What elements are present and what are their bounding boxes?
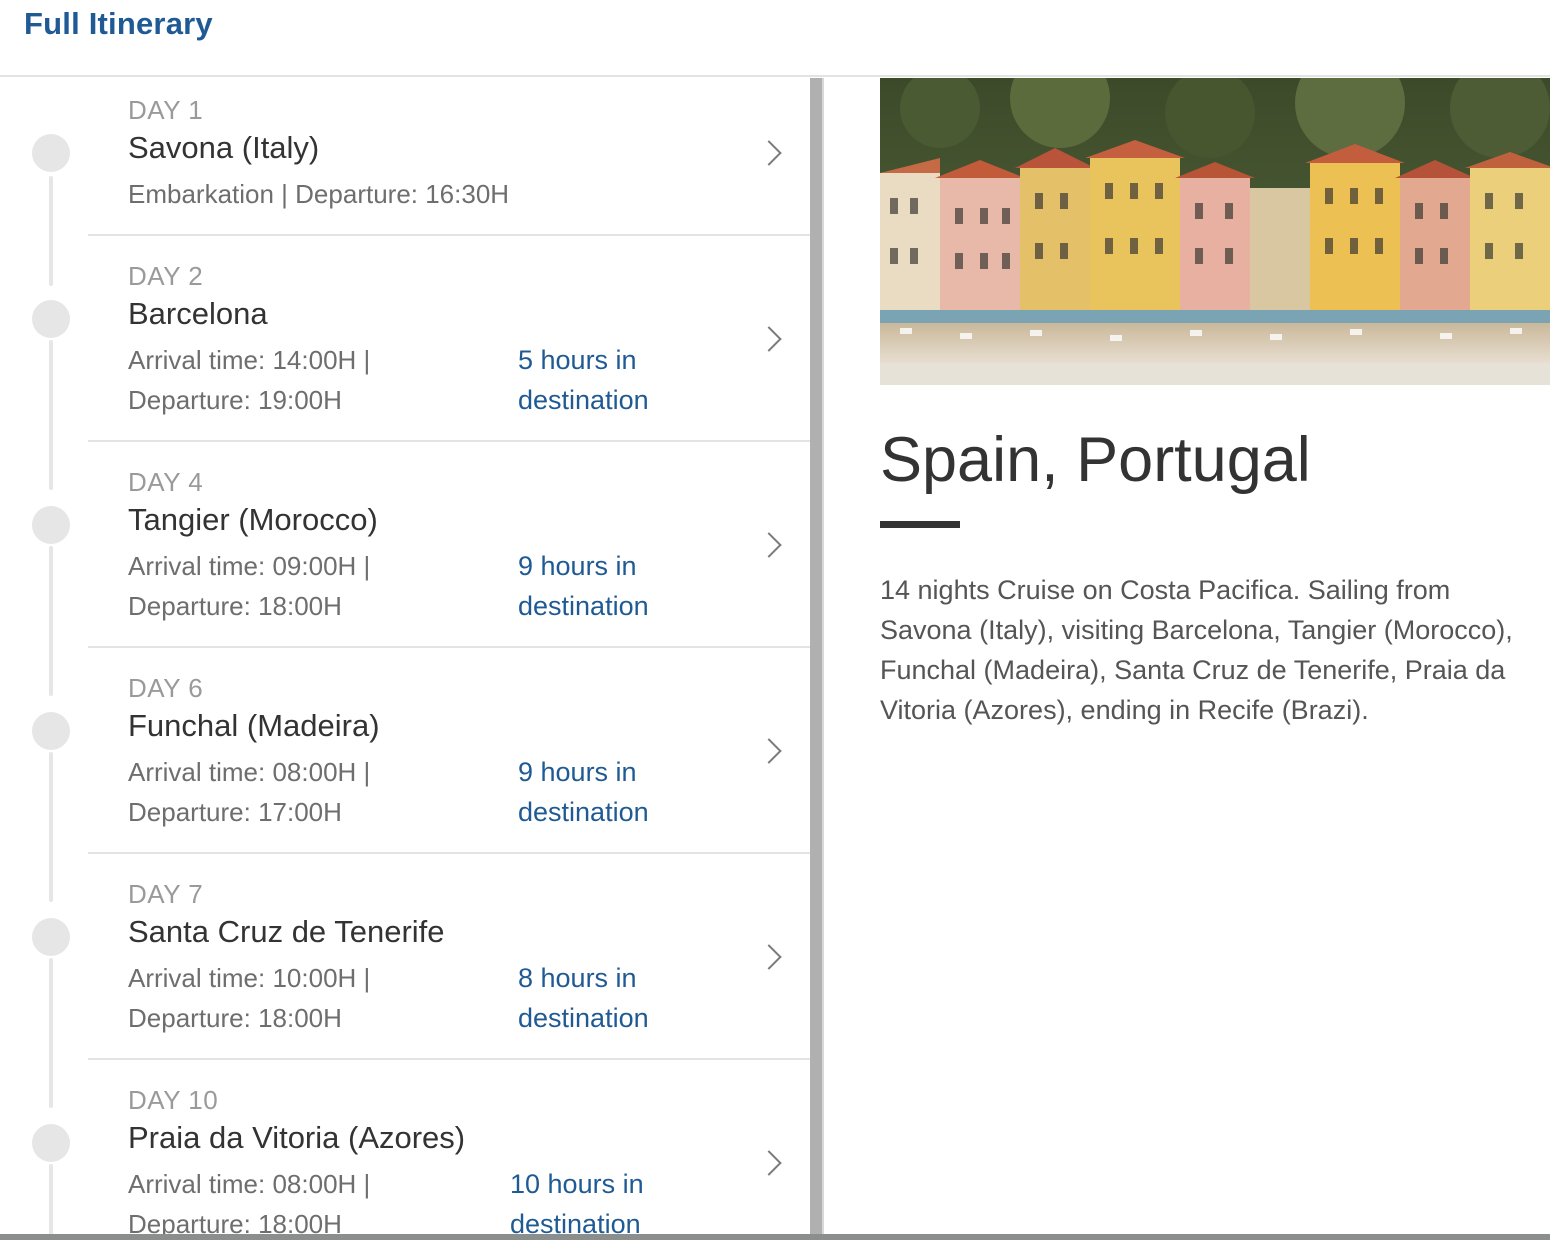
stop-duration: 10 hours in	[510, 1169, 644, 1199]
stop-arrival-time: Arrival time: 14:00H |	[128, 345, 371, 375]
stop-duration: 8 hours in	[518, 963, 637, 993]
destination-title: Spain, Portugal	[880, 425, 1311, 495]
destination-photo	[880, 78, 1550, 385]
stop-arrival-time: Arrival time: 08:00H |	[128, 757, 371, 787]
chevron-right-icon[interactable]	[756, 738, 782, 764]
stop-duration: destination	[518, 385, 649, 415]
timeline-connector	[49, 176, 53, 286]
stop-departure-time: Departure: 17:00H	[128, 797, 342, 827]
stop-day-label: DAY 7	[128, 879, 204, 909]
itinerary-stop[interactable]: DAY 1 Savona (Italy) Embarkation | Depar…	[88, 78, 810, 236]
chevron-right-icon[interactable]	[756, 532, 782, 558]
stop-city-name: Tangier (Morocco)	[128, 502, 378, 537]
page-title[interactable]: Full Itinerary	[24, 6, 213, 42]
timeline-dot	[32, 134, 70, 172]
chevron-right-icon[interactable]	[756, 140, 782, 166]
stop-duration: 9 hours in	[518, 551, 637, 581]
itinerary-stop[interactable]: DAY 10 Praia da Vitoria (Azores) Arrival…	[88, 1060, 810, 1240]
stop-day-label: DAY 4	[128, 467, 204, 497]
timeline-connector	[49, 752, 53, 902]
itinerary-stop[interactable]: DAY 6 Funchal (Madeira) Arrival time: 08…	[88, 648, 810, 854]
stop-city-name: Barcelona	[128, 296, 268, 331]
stop-times: Embarkation | Departure: 16:30H	[128, 179, 510, 209]
chevron-right-icon[interactable]	[756, 326, 782, 352]
stop-arrival-time: Arrival time: 09:00H |	[128, 551, 371, 581]
stop-day-label: DAY 2	[128, 261, 204, 291]
itinerary-stop[interactable]: DAY 2 Barcelona Arrival time: 14:00H | D…	[88, 236, 810, 442]
stop-departure-time: Departure: 18:00H	[128, 591, 342, 621]
itinerary-stop[interactable]: DAY 4 Tangier (Morocco) Arrival time: 09…	[88, 442, 810, 648]
destination-detail: Spain, Portugal 14 nights Cruise on Cost…	[824, 78, 1550, 1234]
stop-city-name: Funchal (Madeira)	[128, 708, 380, 743]
stop-city-name: Praia da Vitoria (Azores)	[128, 1120, 466, 1155]
panel-divider[interactable]	[810, 78, 824, 1240]
chevron-right-icon[interactable]	[756, 944, 782, 970]
stop-duration: destination	[518, 591, 649, 621]
timeline-dot	[32, 1124, 70, 1162]
timeline-dot	[32, 300, 70, 338]
timeline-dot	[32, 506, 70, 544]
timeline-dot	[32, 918, 70, 956]
timeline-connector	[49, 340, 53, 490]
stop-day-label: DAY 10	[128, 1085, 219, 1115]
stop-duration: 9 hours in	[518, 757, 637, 787]
timeline-connector	[49, 958, 53, 1108]
stop-departure-time: Departure: 18:00H	[128, 1003, 342, 1033]
stop-arrival-time: Arrival time: 10:00H |	[128, 963, 371, 993]
stop-day-label: DAY 1	[128, 95, 204, 125]
page-header: Full Itinerary	[0, 0, 1550, 77]
timeline-connector	[49, 546, 53, 696]
itinerary-list[interactable]: DAY 1 Savona (Italy) Embarkation | Depar…	[0, 78, 810, 1240]
stop-city-name: Savona (Italy)	[128, 130, 320, 165]
stop-duration: destination	[518, 797, 649, 827]
stop-city-name: Santa Cruz de Tenerife	[128, 914, 445, 949]
stop-arrival-time: Arrival time: 08:00H |	[128, 1169, 371, 1199]
title-underline	[880, 521, 960, 528]
timeline-dot	[32, 712, 70, 750]
timeline-connector	[49, 1164, 53, 1240]
destination-description: 14 nights Cruise on Costa Pacifica. Sail…	[880, 575, 1513, 725]
bottom-border	[0, 1234, 1550, 1240]
chevron-right-icon[interactable]	[756, 1150, 782, 1176]
itinerary-stop[interactable]: DAY 7 Santa Cruz de Tenerife Arrival tim…	[88, 854, 810, 1060]
stop-day-label: DAY 6	[128, 673, 204, 703]
stop-duration: destination	[518, 1003, 649, 1033]
stop-duration: 5 hours in	[518, 345, 637, 375]
stop-departure-time: Departure: 19:00H	[128, 385, 342, 415]
